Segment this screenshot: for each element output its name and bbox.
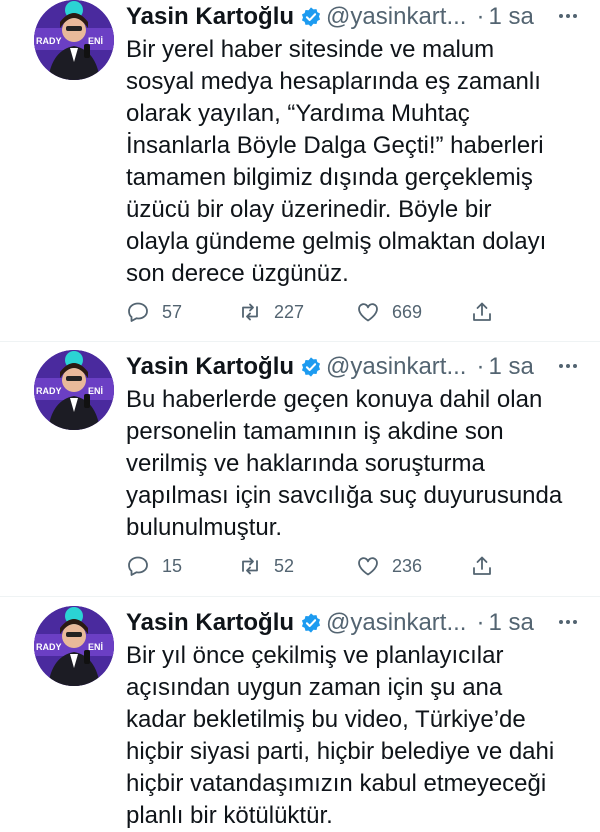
avatar-image (34, 350, 114, 430)
tweet-text-line: kadar bekletilmiş bu video, Türkiye’de (126, 706, 526, 733)
tweet-text-line: personelin tamamının iş akdine son (126, 418, 504, 445)
tweet-text-line: Bu haberlerde geçen konuya dahil olan (126, 386, 543, 413)
tweet-text-line: verilmiş ve haklarında soruşturma (126, 450, 485, 477)
like-count: 236 (392, 555, 423, 576)
tweet-text: Bir yerel haber sitesinde ve malum sosya… (126, 34, 576, 290)
action-bar: 15 52 236 (126, 550, 586, 582)
like-button[interactable]: 236 (356, 550, 422, 582)
tweet-text-line: yapılması için savcılığa suç duyurusunda (126, 482, 563, 509)
reply-count: 57 (162, 301, 183, 322)
tweet-header: Yasin Kartoğlu @yasinkart... · 1 sa (126, 606, 534, 640)
tweet-text-line: üzücü bir olay üzerinedir. Böyle bir (126, 196, 492, 223)
retweet-button[interactable]: 52 (238, 550, 294, 582)
retweet-count: 52 (274, 555, 295, 576)
verified-badge-icon (300, 356, 322, 378)
avatar-image (34, 0, 114, 80)
author-handle[interactable]: @yasinkart... (326, 609, 466, 637)
reply-button[interactable]: 15 (126, 550, 182, 582)
tweet-text-line: hiçbir siyasi parti, hiçbir belediye ve … (126, 738, 555, 765)
more-icon[interactable] (558, 10, 578, 22)
share-icon (470, 554, 494, 578)
separator: · (476, 353, 485, 380)
like-icon (356, 300, 380, 324)
tweet-2[interactable]: Yasin Kartoğlu @yasinkart... · 1 sa Bu h… (0, 350, 600, 600)
timestamp[interactable]: 1 sa (488, 3, 533, 31)
avatar-image (34, 606, 114, 686)
tweet-text-line: Bir yerel haber sitesinde ve malum (126, 36, 495, 63)
retweet-icon (238, 300, 262, 324)
tweet-text-line: açısından uygun zaman için şu ana (126, 674, 503, 701)
tweet-text: Bu haberlerde geçen konuya dahil olan pe… (126, 384, 576, 544)
like-icon (356, 554, 380, 578)
tweet-divider (0, 596, 600, 597)
retweet-button[interactable]: 227 (238, 296, 304, 328)
timestamp[interactable]: 1 sa (488, 609, 533, 637)
author-handle[interactable]: @yasinkart... (326, 353, 466, 381)
tweet-text-line: planlı bir kötülüktür. (126, 802, 333, 829)
tweet-header: Yasin Kartoğlu @yasinkart... · 1 sa (126, 350, 534, 384)
retweet-icon (238, 554, 262, 578)
tweet-text-line: tamamen bilgimiz dışında gerçeklemiş (126, 164, 533, 191)
separator: · (476, 3, 485, 30)
avatar[interactable] (34, 350, 114, 430)
separator: · (476, 609, 485, 636)
verified-badge-icon (300, 612, 322, 634)
tweet-text-line: hiçbir vatandaşımızın kabul etmeyeceği (126, 770, 547, 797)
share-button[interactable] (470, 296, 494, 328)
retweet-count: 227 (274, 301, 305, 322)
action-bar: 57 227 669 (126, 296, 586, 328)
tweet-1[interactable]: Yasin Kartoğlu @yasinkart... · 1 sa Bir … (0, 0, 600, 350)
tweet-text: Bir yıl önce çekilmiş ve planlayıcılar a… (126, 640, 576, 832)
reply-icon (126, 300, 150, 324)
tweet-text-line: İnsanlarla Böyle Dalga Geçti!” haberleri (126, 132, 544, 159)
like-count: 669 (392, 301, 423, 322)
reply-icon (126, 554, 150, 578)
verified-badge-icon (300, 6, 322, 28)
avatar[interactable] (34, 606, 114, 686)
timestamp[interactable]: 1 sa (488, 353, 533, 381)
author-name[interactable]: Yasin Kartoğlu (126, 353, 294, 381)
author-handle[interactable]: @yasinkart... (326, 3, 466, 31)
tweet-text-line: olarak yayılan, “Yardıma Muhtaç (126, 100, 470, 127)
reply-count: 15 (162, 555, 183, 576)
more-icon[interactable] (558, 360, 578, 372)
tweet-text-line: bulunulmuştur. (126, 514, 283, 541)
tweet-3[interactable]: Yasin Kartoğlu @yasinkart... · 1 sa Bir … (0, 606, 600, 829)
like-button[interactable]: 669 (356, 296, 422, 328)
tweet-text-line: sosyal medya hesaplarında eş zamanlı (126, 68, 541, 95)
share-button[interactable] (470, 550, 494, 582)
author-name[interactable]: Yasin Kartoğlu (126, 3, 294, 31)
avatar[interactable] (34, 0, 114, 80)
tweet-text-line: Bir yıl önce çekilmiş ve planlayıcılar (126, 642, 504, 669)
tweet-text-line: olayla gündeme gelmiş olmaktan dolayı (126, 228, 547, 255)
more-icon[interactable] (558, 616, 578, 628)
author-name[interactable]: Yasin Kartoğlu (126, 609, 294, 637)
share-icon (470, 300, 494, 324)
tweet-divider (0, 341, 600, 342)
tweet-text-line: son derece üzgünüz. (126, 260, 349, 287)
reply-button[interactable]: 57 (126, 296, 182, 328)
tweet-header: Yasin Kartoğlu @yasinkart... · 1 sa (126, 0, 534, 34)
